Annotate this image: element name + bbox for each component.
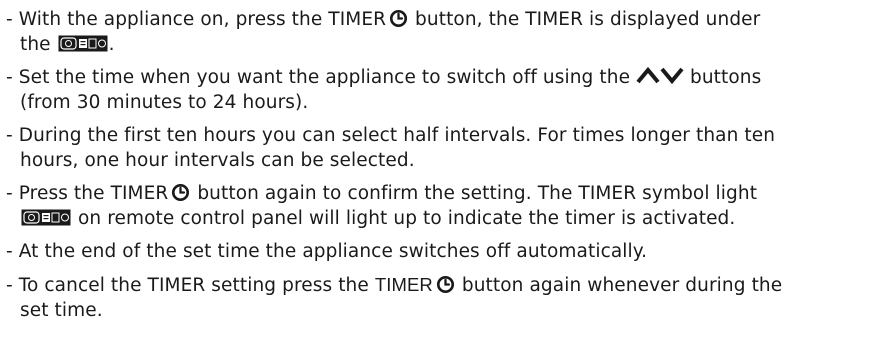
instruction-item-2: - Set the time when you want the applian… xyxy=(6,65,884,115)
timer-display-panel-icon xyxy=(21,209,71,226)
item1-text-d: . xyxy=(108,34,115,55)
item1-text-c: the xyxy=(20,34,51,55)
item5-text-a: - At the end of the set time the applian… xyxy=(6,241,648,262)
instruction-item-5: - At the end of the set time the applian… xyxy=(6,239,884,264)
item6-text-b: button again whenever during the xyxy=(455,275,783,296)
chevron-down-icon xyxy=(660,67,684,84)
item6-text-c: set time. xyxy=(20,300,103,321)
item4-text-c: on remote control panel will light up to… xyxy=(72,208,736,229)
timer-display-panel-icon xyxy=(58,35,108,52)
item4-text-a: - Press the TIMER xyxy=(6,183,169,204)
chevron-up-icon xyxy=(636,67,660,84)
item6-timer-word: TIMER xyxy=(374,274,433,295)
item3-text-a: - During the first ten hours you can sel… xyxy=(6,125,776,146)
timer-clock-icon xyxy=(390,9,408,28)
item2-text-b: buttons xyxy=(684,67,762,88)
item6-text-a: - To cancel the TIMER setting press the xyxy=(6,275,375,296)
item1-text-b: button, the TIMER is displayed under xyxy=(409,9,761,30)
instruction-item-4: - Press the TIMER button again to confir… xyxy=(6,181,884,231)
instruction-item-6: - To cancel the TIMER setting press the … xyxy=(6,272,884,323)
item2-text-c: (from 30 minutes to 24 hours). xyxy=(20,92,309,113)
item1-text-a: - With the appliance on, press the TIMER xyxy=(6,9,387,30)
item4-text-b: button again to confirm the setting. The… xyxy=(191,183,758,204)
instruction-item-1: - With the appliance on, press the TIMER… xyxy=(6,7,884,57)
instruction-document: - With the appliance on, press the TIMER… xyxy=(0,0,889,342)
item2-text-a: - Set the time when you want the applian… xyxy=(6,67,631,88)
timer-clock-icon xyxy=(172,183,190,202)
instruction-item-3: - During the first ten hours you can sel… xyxy=(6,123,884,173)
timer-clock-icon xyxy=(436,275,454,294)
item3-text-b: hours, one hour intervals can be selecte… xyxy=(20,150,415,171)
